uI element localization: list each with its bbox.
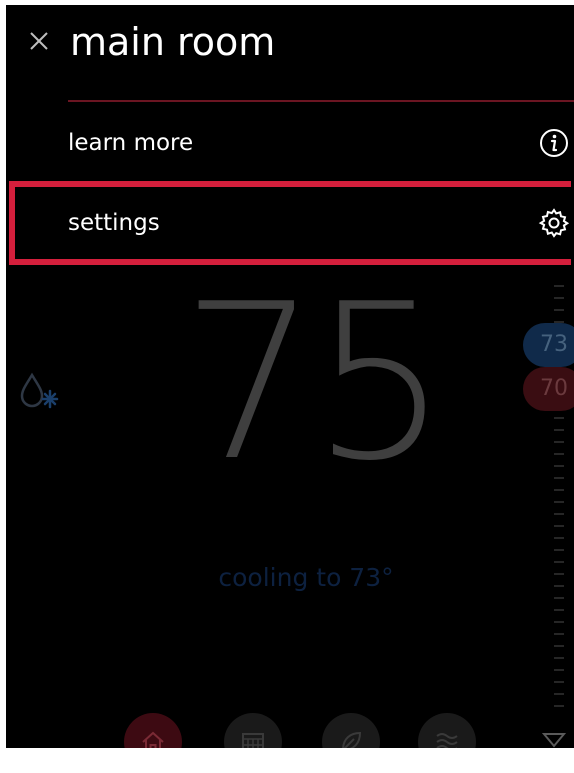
scale-tick: [554, 477, 564, 479]
wave-icon: [436, 733, 458, 748]
title-divider: [68, 100, 574, 102]
scale-tick: [554, 537, 564, 539]
close-icon[interactable]: [26, 28, 52, 54]
bottom-nav: [124, 713, 484, 748]
cool-setpoint-handle[interactable]: 73: [523, 323, 574, 367]
scale-tick: [554, 669, 564, 671]
scale-tick: [554, 453, 564, 455]
leaf-icon: [342, 731, 362, 748]
menu-title: main room: [70, 20, 276, 64]
scale-tick: [554, 465, 564, 467]
nav-eco-button[interactable]: [322, 713, 380, 748]
settings-highlight-frame: [9, 181, 571, 265]
scale-tick: [554, 489, 564, 491]
scale-tick: [554, 681, 564, 683]
heat-setpoint-handle[interactable]: 70: [523, 367, 574, 411]
scale-tick: [554, 573, 564, 575]
scale-tick: [554, 693, 564, 695]
scale-tick: [554, 609, 564, 611]
scale-tick: [554, 645, 564, 647]
scale-tick: [554, 417, 564, 419]
water-drop-snowflake-icon: [20, 372, 59, 409]
scale-tick: [554, 297, 564, 299]
scale-tick: [554, 549, 564, 551]
nav-air-button[interactable]: [418, 713, 476, 748]
scale-tick: [554, 441, 564, 443]
current-temperature: 75: [181, 257, 449, 508]
scale-tick: [554, 705, 564, 707]
scale-tick: [554, 429, 564, 431]
info-icon: [540, 129, 568, 157]
scale-tick: [554, 285, 564, 287]
scale-tick: [554, 585, 564, 587]
thermostat-screen: 75 cooling to 73° 73 70 main room learn …: [6, 5, 574, 748]
scale-tick: [554, 513, 564, 515]
scale-down-arrow-icon[interactable]: [542, 732, 566, 748]
scale-tick: [554, 309, 564, 311]
nav-schedule-button[interactable]: [224, 713, 282, 748]
scale-tick: [554, 561, 564, 563]
cooling-status: cooling to 73°: [218, 563, 394, 592]
scale-tick: [554, 621, 564, 623]
scale-tick: [554, 501, 564, 503]
menu-item-learn-more[interactable]: learn more: [6, 103, 574, 183]
scale-tick: [554, 657, 564, 659]
scale-tick: [554, 633, 564, 635]
menu-item-label: learn more: [68, 130, 194, 156]
nav-home-button[interactable]: [124, 713, 182, 748]
scale-tick: [554, 525, 564, 527]
home-icon: [142, 731, 164, 748]
calendar-icon: [242, 733, 264, 748]
scale-tick: [554, 597, 564, 599]
